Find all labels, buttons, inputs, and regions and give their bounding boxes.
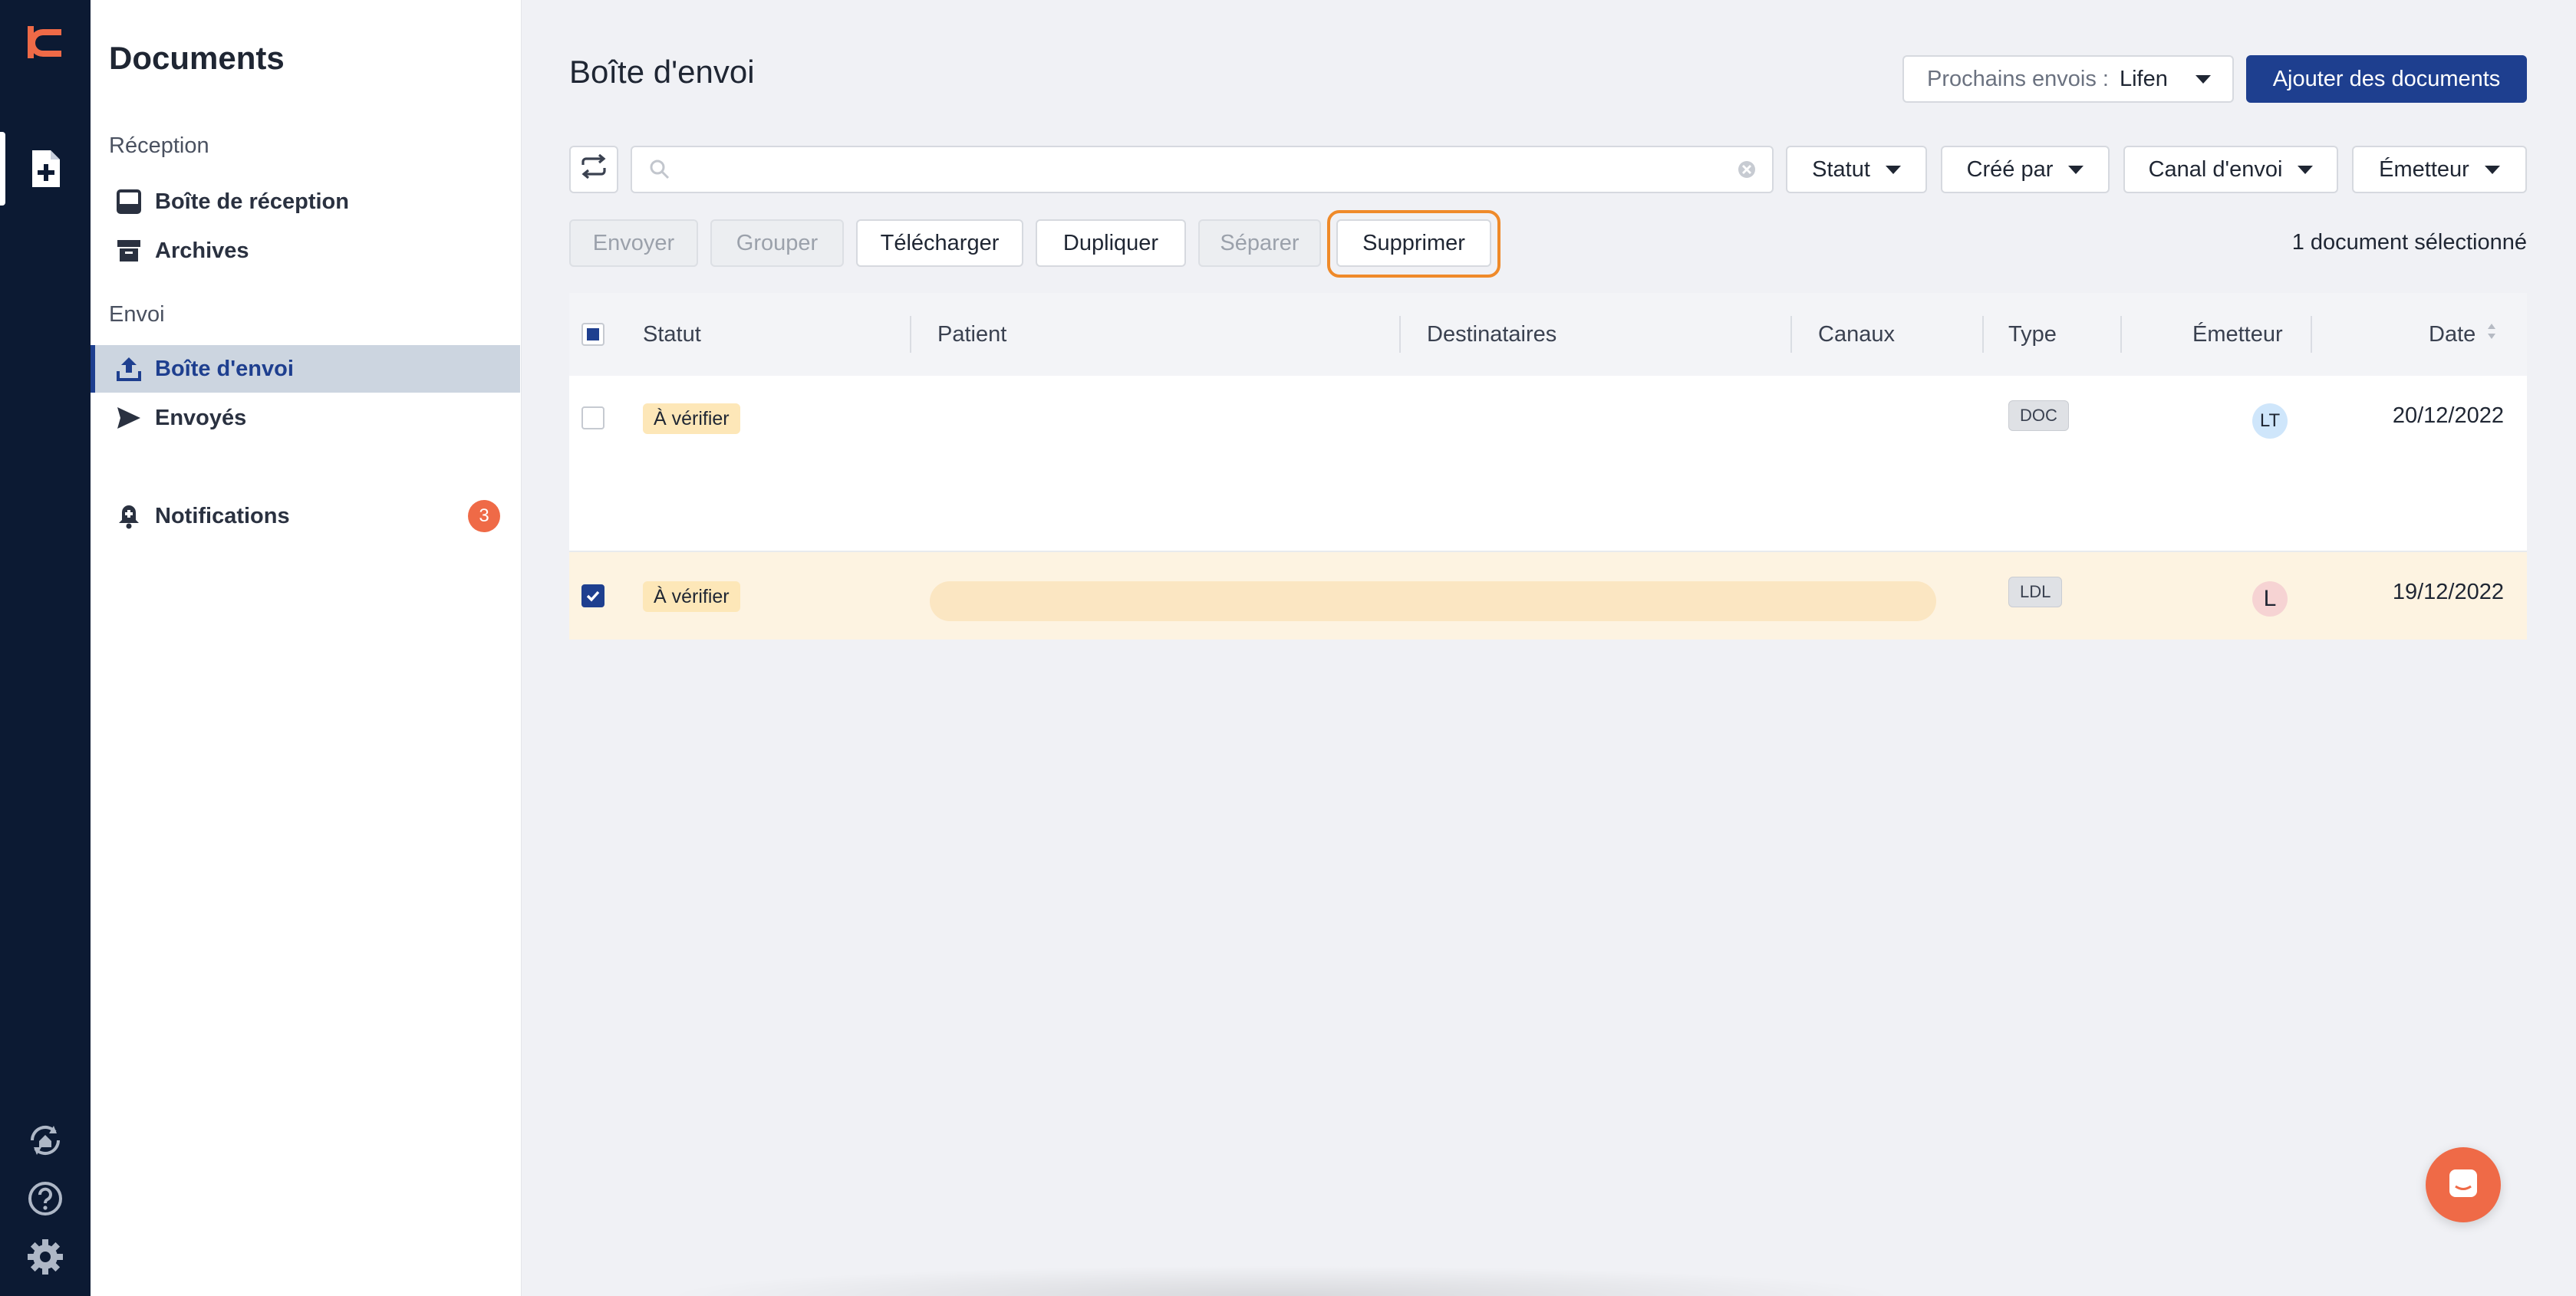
sidebar-item-label: Envoyés — [155, 405, 247, 430]
chevron-down-icon — [1885, 165, 1901, 174]
column-divider — [1790, 316, 1792, 353]
type-badge: DOC — [2008, 400, 2069, 431]
sender-filter-dropdown[interactable]: Émetteur — [2352, 146, 2527, 193]
selection-count: 1 document sélectionné — [2291, 230, 2527, 255]
bell-icon — [114, 501, 144, 531]
app-rail — [0, 0, 91, 1296]
sidebar: Documents Réception Boîte de réception A… — [91, 0, 522, 1296]
type-badge: LDL — [2008, 577, 2063, 607]
column-divider — [1982, 316, 1984, 353]
sidebar-item-archives[interactable]: Archives — [91, 227, 520, 275]
page-title: Boîte d'envoi — [569, 54, 755, 90]
chevron-down-icon — [2195, 74, 2211, 84]
sidebar-item-label: Notifications — [155, 503, 290, 528]
archive-box-icon — [114, 235, 144, 266]
refresh-arrows-icon — [580, 153, 608, 185]
download-button[interactable]: Télécharger — [856, 219, 1023, 267]
checkmark-icon — [586, 590, 600, 602]
notifications-count-badge: 3 — [468, 500, 500, 532]
refresh-button[interactable] — [569, 146, 618, 193]
column-divider — [910, 316, 911, 353]
sidebar-item-label: Archives — [155, 238, 249, 263]
filter-label: Statut — [1812, 156, 1870, 182]
section-reception-label: Réception — [109, 133, 209, 158]
sidebar-item-label: Boîte de réception — [155, 189, 349, 214]
sender-avatar: LT — [2252, 403, 2288, 439]
sidebar-item-notifications[interactable]: Notifications 3 — [91, 492, 520, 540]
chevron-down-icon — [2298, 165, 2314, 174]
chat-bubble-icon — [2446, 1166, 2480, 1204]
column-header-channels[interactable]: Canaux — [1818, 293, 1895, 376]
column-divider — [2311, 316, 2312, 353]
row-date: 20/12/2022 — [2392, 403, 2504, 428]
add-documents-button[interactable]: Ajouter des documents — [2246, 55, 2527, 103]
table-row[interactable]: À vérifier DOC LT 20/12/2022 — [569, 376, 2527, 552]
column-divider — [1399, 316, 1401, 353]
next-sends-dropdown[interactable]: Prochains envois : Lifen — [1902, 55, 2234, 103]
table-row-selected[interactable]: À vérifier LDL L 19/12/2022 — [569, 552, 2527, 640]
document-plus-icon — [26, 149, 64, 189]
sidebar-item-label: Boîte d'envoi — [155, 356, 294, 381]
status-badge: À vérifier — [643, 581, 740, 612]
search-input[interactable] — [680, 152, 1708, 187]
rail-documents-button[interactable] — [0, 132, 91, 206]
sort-icon — [2486, 321, 2497, 348]
lifen-logo[interactable] — [26, 23, 64, 61]
filter-label: Canal d'envoi — [2148, 156, 2283, 182]
chevron-down-icon — [2068, 165, 2084, 174]
sender-avatar: L — [2252, 581, 2288, 617]
column-divider — [2120, 316, 2122, 353]
row-checkbox[interactable] — [581, 584, 604, 607]
filter-label: Créé par — [1966, 156, 2054, 182]
upload-tray-icon — [114, 354, 144, 384]
column-label: Date — [2429, 321, 2476, 347]
column-header-patient[interactable]: Patient — [937, 293, 1006, 376]
help-icon[interactable] — [25, 1178, 66, 1219]
sidebar-item-sent[interactable]: Envoyés — [91, 394, 520, 442]
sidebar-title: Documents — [109, 40, 285, 76]
search-icon — [649, 159, 670, 184]
search-box — [631, 146, 1774, 193]
sidebar-item-inbox[interactable]: Boîte de réception — [91, 178, 520, 225]
status-badge: À vérifier — [643, 403, 740, 434]
table-header: Statut Patient Destinataires Canaux Type… — [569, 293, 2527, 376]
column-header-type[interactable]: Type — [2008, 293, 2057, 376]
group-button[interactable]: Grouper — [710, 219, 844, 267]
column-header-status[interactable]: Statut — [643, 293, 701, 376]
settings-gear-icon[interactable] — [25, 1236, 66, 1278]
sidebar-item-outbox[interactable]: Boîte d'envoi — [91, 345, 520, 393]
separate-button[interactable]: Séparer — [1198, 219, 1321, 267]
channel-filter-dropdown[interactable]: Canal d'envoi — [2123, 146, 2338, 193]
clear-search-icon[interactable] — [1737, 160, 1757, 183]
column-header-date[interactable]: Date — [2429, 293, 2497, 376]
paper-plane-icon — [114, 403, 144, 433]
chevron-down-icon — [2484, 165, 2500, 174]
row-date: 19/12/2022 — [2392, 580, 2504, 604]
filter-label: Émetteur — [2379, 156, 2469, 182]
status-filter-dropdown[interactable]: Statut — [1786, 146, 1927, 193]
chat-support-button[interactable] — [2426, 1147, 2501, 1222]
section-envoi-label: Envoi — [109, 302, 165, 327]
send-button[interactable]: Envoyer — [569, 219, 698, 267]
duplicate-button[interactable]: Dupliquer — [1036, 219, 1186, 267]
select-all-checkbox[interactable] — [581, 323, 604, 346]
patient-recipients-placeholder — [930, 581, 1936, 621]
column-header-sender[interactable]: Émetteur — [2192, 293, 2283, 376]
column-header-recipients[interactable]: Destinataires — [1427, 293, 1556, 376]
row-checkbox[interactable] — [581, 406, 604, 429]
delete-button[interactable]: Supprimer — [1336, 219, 1491, 267]
sync-home-icon[interactable] — [25, 1120, 66, 1161]
next-sends-value: Lifen — [2119, 66, 2168, 91]
next-sends-label: Prochains envois : — [1927, 66, 2109, 91]
inbox-tray-icon — [114, 186, 144, 217]
bottom-shadow — [660, 1265, 1902, 1296]
created-by-filter-dropdown[interactable]: Créé par — [1941, 146, 2110, 193]
